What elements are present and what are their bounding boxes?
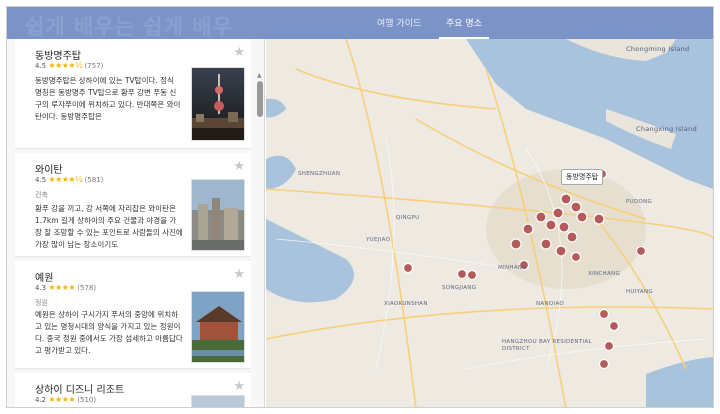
brand-title: 쉽게 배우는 쉽게 배우 xyxy=(25,15,233,39)
map-label-pudong: PUDONG xyxy=(626,199,653,205)
attraction-photo[interactable] xyxy=(191,395,245,407)
review-count: (757) xyxy=(84,62,104,70)
review-count: (578) xyxy=(77,284,97,292)
attraction-card-yuyuan[interactable]: 예원 ★ 4.3 ★★★★ (578) 정원 예원은 상하이 구시가지 푸서의 … xyxy=(15,261,251,369)
attraction-description: 황푸 강을 끼고, 강 서쪽에 자리잡은 와이탄은 1.7km 길게 상하이의 … xyxy=(35,204,183,249)
rating-row: 4.2 ★★★★ (510) xyxy=(35,395,96,404)
attraction-card-the-bund[interactable]: 와이탄 ★ 4.5 ★★★★½ (581) 건축 황푸 강을 끼고, 강 서쪽에… xyxy=(15,153,251,257)
rating-stars-icon: ★★★★ xyxy=(48,283,76,292)
attraction-description: 예원은 상하이 구시가지 푸서의 중앙에 위치하고 있는 명청시대의 양식을 가… xyxy=(35,310,183,355)
attraction-photo[interactable] xyxy=(191,291,245,363)
rating-stars-icon: ★★★★½ xyxy=(48,61,83,70)
rating-stars-icon: ★★★★ xyxy=(48,395,76,404)
attraction-photo[interactable] xyxy=(191,179,245,251)
attraction-title[interactable]: 상하이 디즈니 리조트 xyxy=(35,381,124,396)
rating-value: 4.5 xyxy=(35,176,47,184)
favorite-star-icon[interactable]: ★ xyxy=(233,159,245,174)
rating-value: 4.5 xyxy=(35,62,47,70)
map-label-qingpu: QINGPU xyxy=(396,215,420,221)
attraction-title[interactable]: 동방명주탑 xyxy=(35,47,81,62)
map-label-shengzhuan: SHENGZHUAN xyxy=(298,171,341,177)
attraction-card-oriental-pearl[interactable]: 동방명주탑 ★ 4.5 ★★★★½ (757) 동방명주탑은 상하이에 있는 T… xyxy=(15,39,251,149)
tab-top-attractions[interactable]: 주요 명소 xyxy=(439,7,489,39)
attraction-category: 건축 xyxy=(35,191,48,199)
map-label-xiaokunshan: XIAOKUNSHAN xyxy=(384,301,428,307)
review-count: (581) xyxy=(84,176,104,184)
map-canvas[interactable] xyxy=(266,39,713,408)
scroll-up-arrow-icon[interactable]: ▲ xyxy=(257,73,263,79)
map-label-minhang: MINHANG xyxy=(498,265,527,271)
attraction-list[interactable]: 동방명주탑 ★ 4.5 ★★★★½ (757) 동방명주탑은 상하이에 있는 T… xyxy=(7,39,265,407)
rating-row: 4.5 ★★★★½ (581) xyxy=(35,175,103,184)
map-label-hangzhou-bay: HANGZHOU BAY RESIDENTIAL DISTRICT xyxy=(502,339,592,352)
rating-stars-icon: ★★★★½ xyxy=(48,175,83,184)
attraction-category: 정원 xyxy=(35,299,48,307)
rating-row: 4.5 ★★★★½ (757) xyxy=(35,61,103,70)
attraction-photo[interactable] xyxy=(191,67,245,141)
map-panel[interactable]: Chongming Island Changxing Island SHENGZ… xyxy=(266,39,713,408)
map-label-songjiang: SONGJIANG xyxy=(442,285,477,291)
rating-row: 4.3 ★★★★ (578) xyxy=(35,283,96,292)
attraction-title[interactable]: 와이탄 xyxy=(35,161,63,176)
map-label-xinchang: XINCHANG xyxy=(588,271,621,277)
favorite-star-icon[interactable]: ★ xyxy=(233,45,245,60)
attraction-title[interactable]: 예원 xyxy=(35,269,53,284)
map-label-nanqiao: NANQIAO xyxy=(536,301,565,307)
map-label-huiyang: HUIYANG xyxy=(626,289,653,295)
app-window: 쉽게 배우는 쉽게 배우 여행 가이드 주요 명소 동방명주탑 ★ 4.5 ★★… xyxy=(6,6,714,408)
attraction-description: 동방명주탑은 상하이에 있는 TV탑이다. 정식 명칭은 동방명주 TV탑으로 … xyxy=(35,76,181,121)
top-header: 쉽게 배우는 쉽게 배우 여행 가이드 주요 명소 xyxy=(7,7,713,39)
favorite-star-icon[interactable]: ★ xyxy=(233,379,245,394)
list-scrollbar[interactable] xyxy=(257,81,263,117)
tab-travel-guide[interactable]: 여행 가이드 xyxy=(377,7,421,39)
map-label-changxing-island: Changxing Island xyxy=(636,125,697,133)
rating-value: 4.2 xyxy=(35,396,47,404)
map-marker-tooltip[interactable]: 동방명주탑 xyxy=(561,169,604,185)
review-count: (510) xyxy=(77,396,97,404)
rating-value: 4.3 xyxy=(35,284,47,292)
map-label-chongming-island: Chongming Island xyxy=(626,45,690,53)
map-label-yuejiao: YUEJIAO xyxy=(366,237,391,243)
attraction-card-shanghai-disney[interactable]: 상하이 디즈니 리조트 ★ 4.2 ★★★★ (510) xyxy=(15,373,251,407)
favorite-star-icon[interactable]: ★ xyxy=(233,267,245,282)
